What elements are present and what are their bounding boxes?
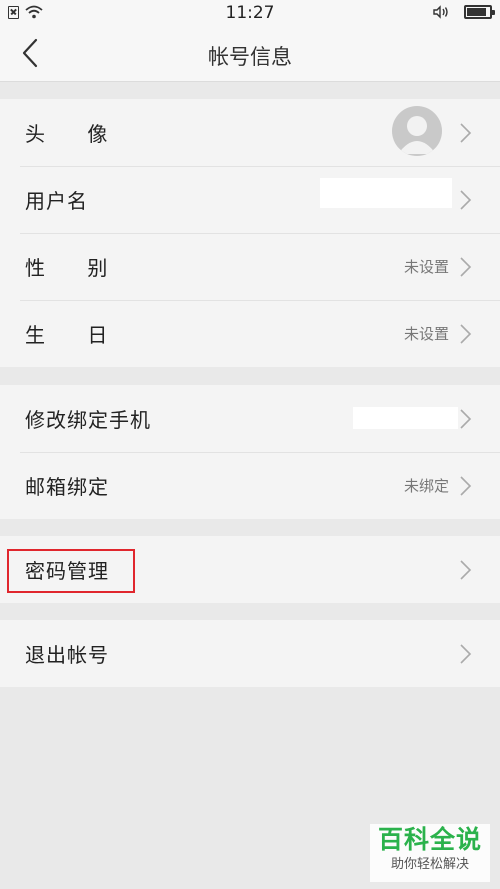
birthday-row[interactable]: 生 日 未设置 [0,300,500,367]
email-binding-value: 未绑定 [403,477,449,495]
avatar[interactable] [392,106,442,156]
avatar-row[interactable]: 头 像 [0,99,500,166]
logout-label: 退出帐号 [25,643,109,667]
gender-label: 性 别 [25,256,126,280]
change-phone-label: 修改绑定手机 [25,408,151,432]
chevron-right-icon [460,323,472,344]
battery-icon [464,5,495,19]
binding-group: 修改绑定手机 邮箱绑定 未绑定 [0,385,500,519]
birthday-label: 生 日 [25,323,126,347]
password-management-row[interactable]: 密码管理 [0,536,500,603]
chevron-right-icon [460,256,472,277]
watermark-subtitle: 助你轻松解决 [390,857,469,872]
logout-row[interactable]: 退出帐号 [0,620,500,687]
username-label: 用户名 [25,189,88,213]
password-management-label: 密码管理 [25,559,109,583]
phone-value-masked [353,407,458,429]
email-binding-row[interactable]: 邮箱绑定 未绑定 [0,452,500,519]
avatar-label: 头 像 [25,122,126,146]
change-phone-row[interactable]: 修改绑定手机 [0,385,500,452]
chevron-right-icon [460,643,472,664]
nav-bar: 帐号信息 [0,26,500,82]
profile-group: 头 像 用户名 性 别 未设置 生 日 未设置 [0,99,500,367]
birthday-value: 未设置 [403,325,449,343]
page-title: 帐号信息 [208,45,292,69]
status-left-icons [8,5,43,19]
status-right-icons [432,5,495,19]
password-group: 密码管理 [0,536,500,603]
chevron-right-icon [460,475,472,496]
chevron-right-icon [460,408,472,429]
watermark-title: 百科全说 [377,825,482,854]
username-value-masked [320,178,452,208]
status-bar: 11:27 [0,0,500,26]
chevron-right-icon [460,559,472,580]
chevron-right-icon [460,189,472,210]
watermark-logo: 百科全说 助你轻松解决 [370,824,490,882]
default-avatar-icon [398,116,436,154]
sound-icon [433,5,448,19]
gender-value: 未设置 [403,258,449,276]
email-binding-label: 邮箱绑定 [25,475,109,499]
wifi-icon [25,5,43,19]
username-row[interactable]: 用户名 [0,166,500,233]
chevron-right-icon [460,122,472,143]
logout-group: 退出帐号 [0,620,500,687]
status-time: 11:27 [225,3,275,23]
gender-row[interactable]: 性 别 未设置 [0,233,500,300]
no-sim-icon [8,5,19,19]
